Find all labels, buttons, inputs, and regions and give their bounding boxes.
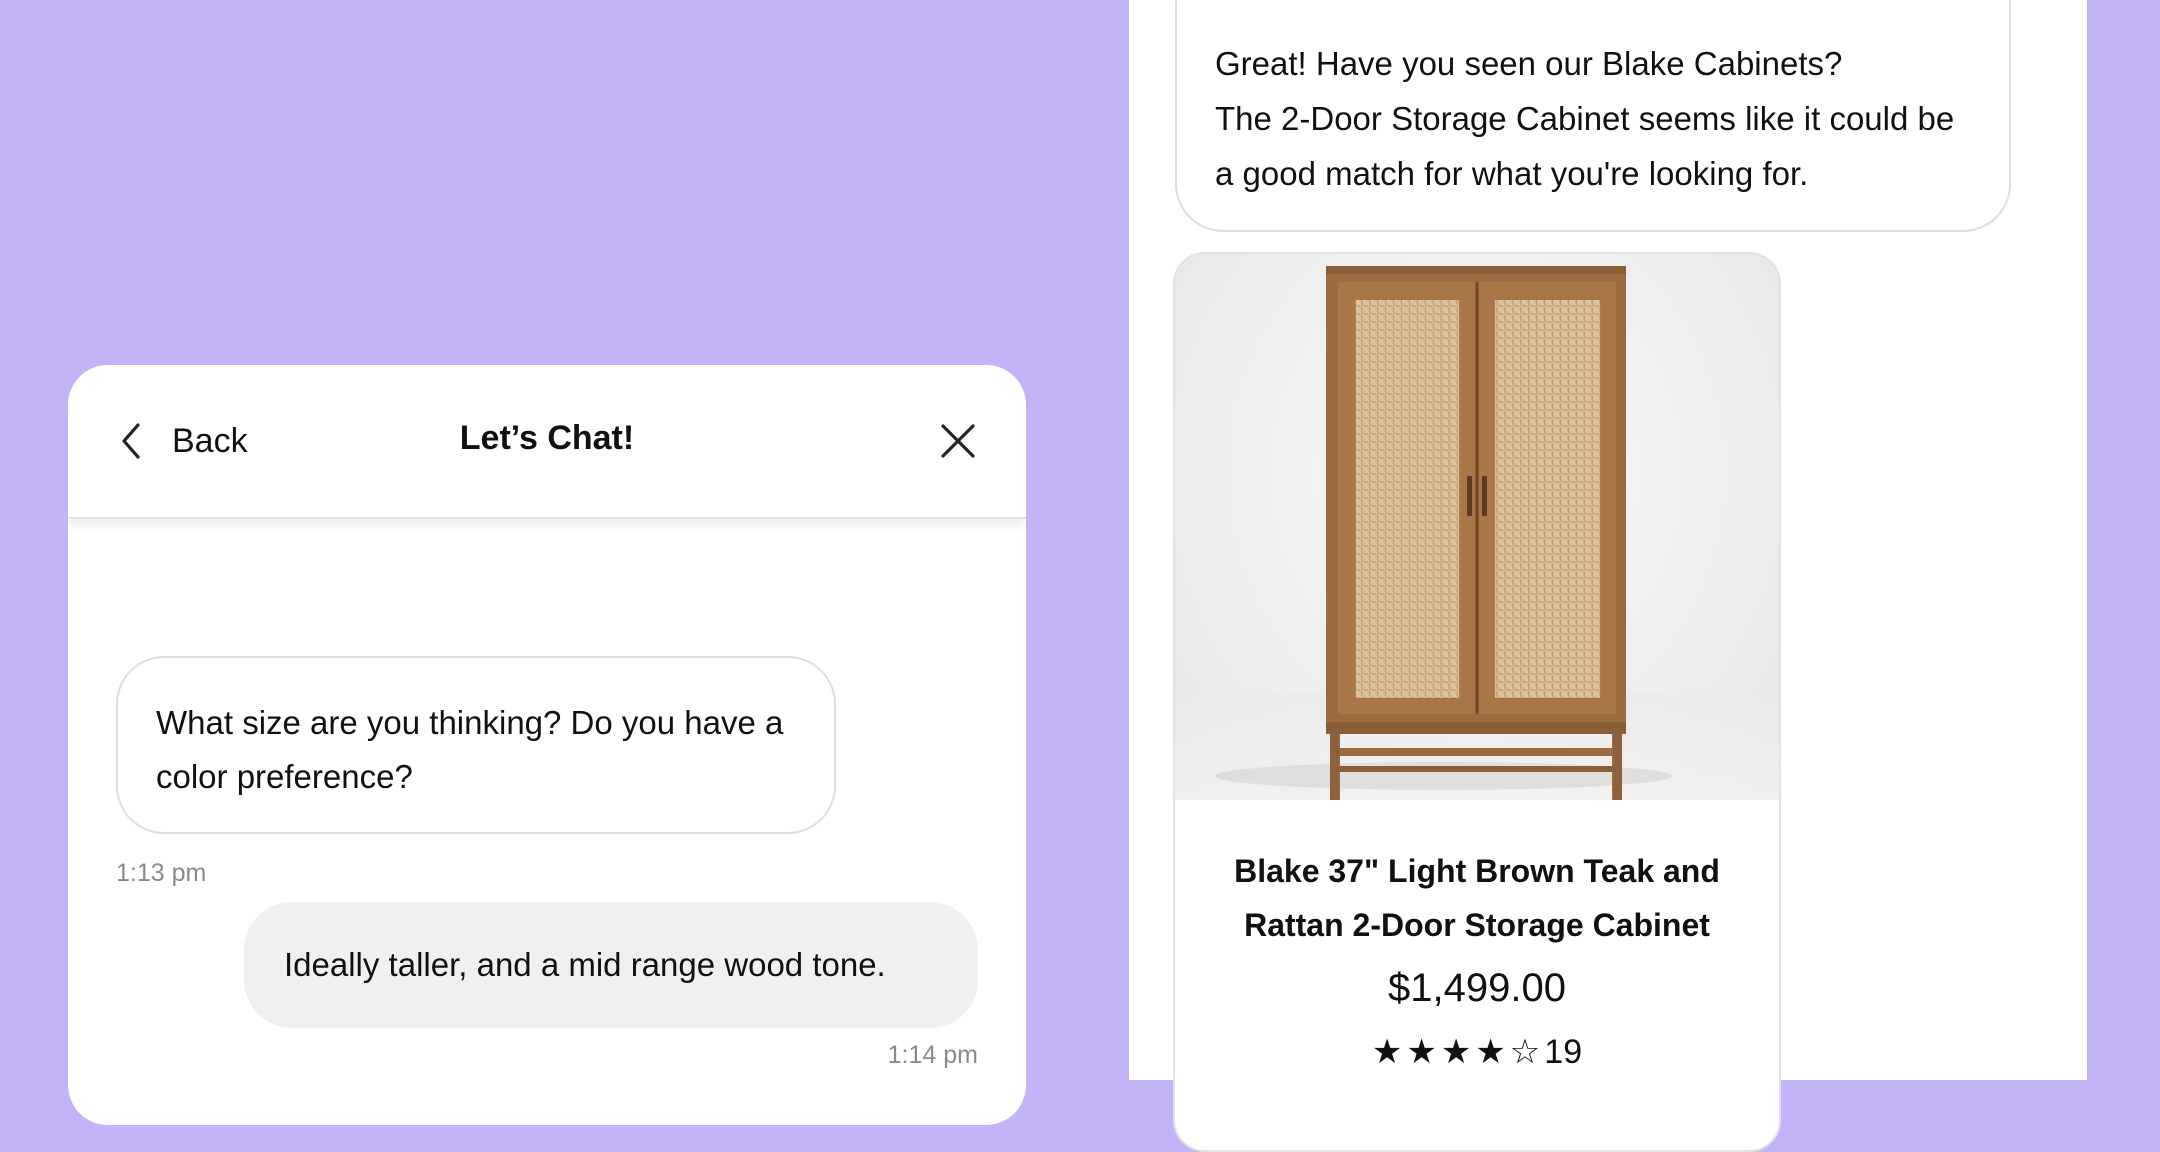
close-button[interactable] [940,423,976,459]
agent-message-line: The 2-Door Storage Cabinet seems like it… [1215,100,1955,192]
agent-message-line: Great! Have you seen our Blake Cabinets? [1215,45,1843,82]
product-card[interactable]: Blake 37" Light Brown Teak and Rattan 2-… [1173,252,1781,1152]
product-image [1175,254,1779,800]
user-message-bubble: Ideally taller, and a mid range wood ton… [244,902,978,1028]
review-count[interactable]: 19 [1544,1033,1582,1071]
chat-window: Back Let’s Chat! What size are you think… [68,365,1026,1125]
message-timestamp: 1:14 pm [887,1041,978,1069]
product-name[interactable]: Blake 37" Light Brown Teak and Rattan 2-… [1175,844,1779,952]
user-message-text: Ideally taller, and a mid range wood ton… [284,946,886,983]
product-rating: ★★★★☆19 [1175,1032,1779,1072]
message-timestamp: 1:13 pm [116,859,207,887]
chat-title: Let’s Chat! [459,419,635,457]
cabinet-illustration [1175,266,1779,800]
chat-window-continued: Great! Have you seen our Blake Cabinets?… [1129,0,2087,1152]
agent-message-bubble: Great! Have you seen our Blake Cabinets?… [1175,0,2011,232]
product-price: $1,499.00 [1388,966,1566,1010]
star-icon: ★★★★☆ [1371,1033,1545,1071]
chat-header: Back Let’s Chat! [68,365,1026,519]
agent-message-bubble: What size are you thinking? Do you have … [116,656,836,834]
close-icon [941,424,975,458]
